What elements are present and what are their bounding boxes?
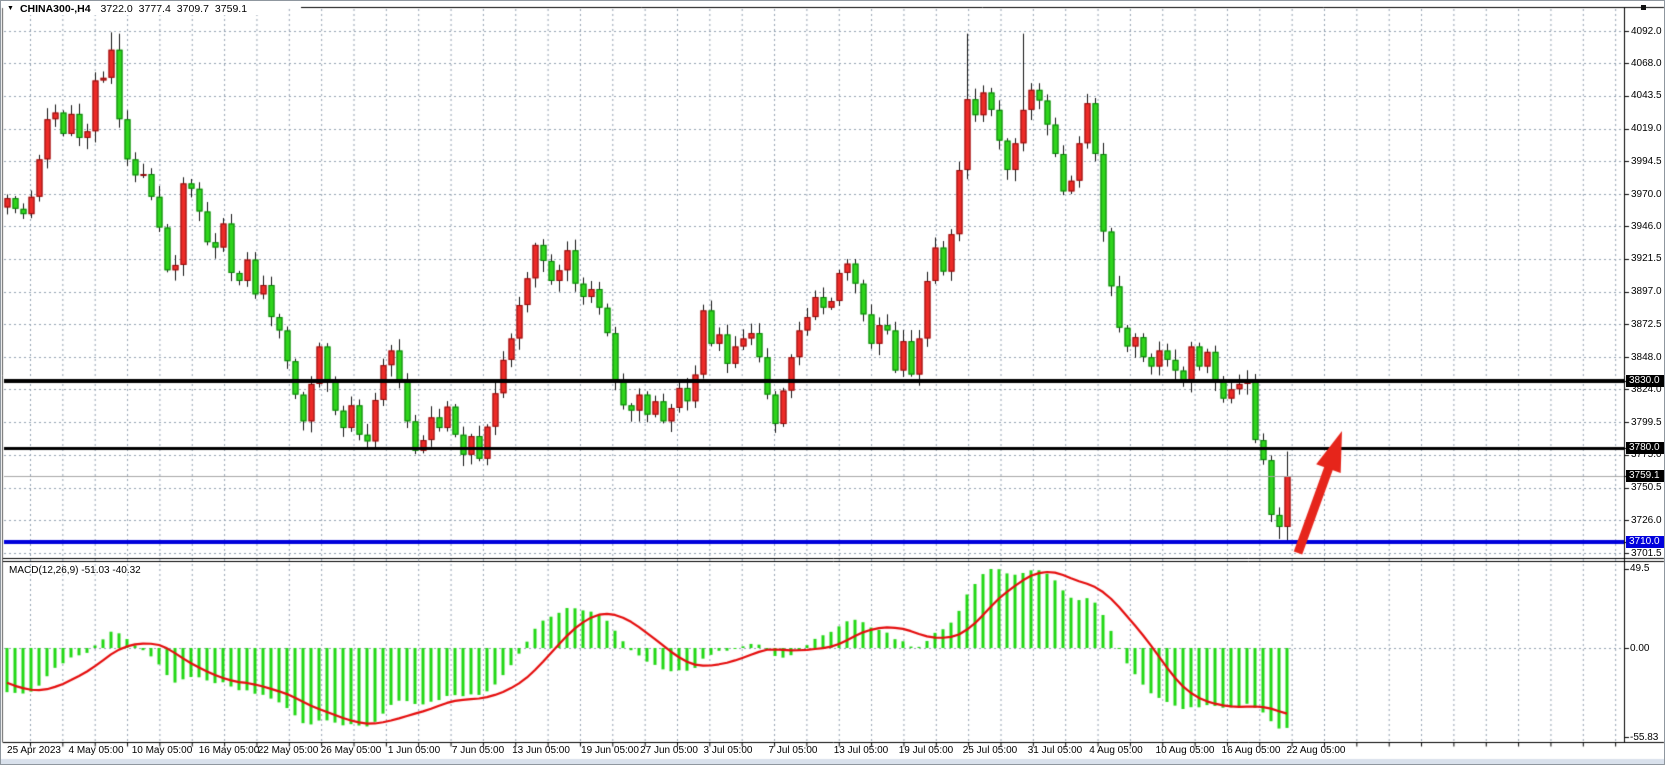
quote-open: 3722.0 — [101, 3, 133, 15]
macd-indicator-label: MACD(12,26,9) -51.03 -40.32 — [9, 565, 141, 576]
symbol-dropdown-icon[interactable]: ▼ — [7, 5, 14, 12]
chart-canvas[interactable] — [1, 1, 1665, 765]
quote-close: 3759.1 — [215, 3, 247, 15]
trading-chart-window: ▼ CHINA300-,H4 3722.0 3777.4 3709.7 3759… — [0, 0, 1665, 765]
symbol-timeframe-label: CHINA300-,H4 — [20, 3, 91, 15]
window-corner-mark — [1641, 5, 1646, 10]
chart-title-bar: ▼ CHINA300-,H4 3722.0 3777.4 3709.7 3759… — [5, 2, 259, 15]
quote-high: 3777.4 — [139, 3, 171, 15]
quote-low: 3709.7 — [177, 3, 209, 15]
